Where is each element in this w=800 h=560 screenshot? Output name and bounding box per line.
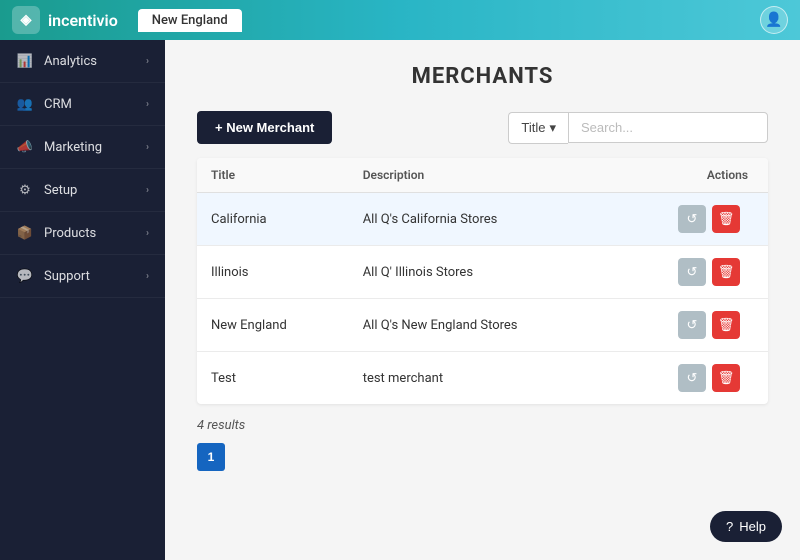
results-count: 4 results bbox=[197, 418, 768, 433]
row-description: All Q's New England Stores bbox=[349, 299, 616, 352]
row-description: test merchant bbox=[349, 352, 616, 405]
page-button-1[interactable]: 1 bbox=[197, 443, 225, 471]
search-filter-label: Title bbox=[521, 120, 545, 135]
logo: ◈ incentivio bbox=[12, 6, 118, 34]
page-title: MERCHANTS bbox=[197, 64, 768, 89]
merchants-table: Title Description Actions CaliforniaAll … bbox=[197, 158, 768, 404]
help-button[interactable]: ? Help bbox=[710, 511, 782, 542]
delete-button[interactable]: 🗑 bbox=[712, 205, 740, 233]
delete-button[interactable]: 🗑 bbox=[712, 364, 740, 392]
chevron-icon: › bbox=[146, 56, 149, 67]
sidebar-item-marketing[interactable]: 📣 Marketing › bbox=[0, 126, 165, 169]
logo-icon: ◈ bbox=[12, 6, 40, 34]
search-input[interactable] bbox=[568, 112, 768, 143]
chevron-icon: › bbox=[146, 142, 149, 153]
sidebar: 📊 Analytics › 👥 CRM › 📣 Marketing › ⚙ Se… bbox=[0, 40, 165, 560]
sidebar-label-support: Support bbox=[44, 269, 146, 284]
search-filter-button[interactable]: Title ▾ bbox=[508, 112, 568, 144]
row-actions: ↺🗑 bbox=[616, 352, 768, 405]
delete-button[interactable]: 🗑 bbox=[712, 311, 740, 339]
products-icon: 📦 bbox=[16, 224, 34, 242]
row-description: All Q' Illinois Stores bbox=[349, 246, 616, 299]
sidebar-item-crm[interactable]: 👥 CRM › bbox=[0, 83, 165, 126]
row-actions: ↺🗑 bbox=[616, 246, 768, 299]
row-title: Test bbox=[197, 352, 349, 405]
sidebar-item-analytics[interactable]: 📊 Analytics › bbox=[0, 40, 165, 83]
edit-button[interactable]: ↺ bbox=[678, 205, 706, 233]
crm-icon: 👥 bbox=[16, 95, 34, 113]
topbar: ◈ incentivio New England 👤 bbox=[0, 0, 800, 40]
edit-button[interactable]: ↺ bbox=[678, 311, 706, 339]
table-row: IllinoisAll Q' Illinois Stores↺🗑 bbox=[197, 246, 768, 299]
sidebar-label-marketing: Marketing bbox=[44, 140, 146, 155]
sidebar-label-analytics: Analytics bbox=[44, 54, 146, 69]
user-avatar[interactable]: 👤 bbox=[760, 6, 788, 34]
row-title: California bbox=[197, 193, 349, 246]
sidebar-label-crm: CRM bbox=[44, 97, 146, 112]
row-actions: ↺🗑 bbox=[616, 193, 768, 246]
edit-button[interactable]: ↺ bbox=[678, 364, 706, 392]
table-row: New EnglandAll Q's New England Stores↺🗑 bbox=[197, 299, 768, 352]
filter-chevron-icon: ▾ bbox=[549, 120, 556, 136]
row-description: All Q's California Stores bbox=[349, 193, 616, 246]
chevron-icon: › bbox=[146, 99, 149, 110]
sidebar-label-products: Products bbox=[44, 226, 146, 241]
table-row: Testtest merchant↺🗑 bbox=[197, 352, 768, 405]
toolbar: + New Merchant Title ▾ bbox=[197, 111, 768, 144]
chevron-icon: › bbox=[146, 271, 149, 282]
chevron-icon: › bbox=[146, 228, 149, 239]
sidebar-label-setup: Setup bbox=[44, 183, 146, 198]
content-area: MERCHANTS + New Merchant Title ▾ Title D… bbox=[165, 40, 800, 560]
col-actions: Actions bbox=[616, 158, 768, 193]
help-icon: ? bbox=[726, 519, 733, 534]
analytics-icon: 📊 bbox=[16, 52, 34, 70]
logo-text: incentivio bbox=[48, 11, 118, 30]
pagination: 1 bbox=[197, 443, 768, 471]
active-tab[interactable]: New England bbox=[138, 9, 242, 32]
row-title: New England bbox=[197, 299, 349, 352]
chevron-icon: › bbox=[146, 185, 149, 196]
search-wrapper: Title ▾ bbox=[508, 112, 768, 144]
sidebar-item-setup[interactable]: ⚙ Setup › bbox=[0, 169, 165, 212]
support-icon: 💬 bbox=[16, 267, 34, 285]
sidebar-item-products[interactable]: 📦 Products › bbox=[0, 212, 165, 255]
row-actions: ↺🗑 bbox=[616, 299, 768, 352]
edit-button[interactable]: ↺ bbox=[678, 258, 706, 286]
delete-button[interactable]: 🗑 bbox=[712, 258, 740, 286]
sidebar-item-support[interactable]: 💬 Support › bbox=[0, 255, 165, 298]
table-row: CaliforniaAll Q's California Stores↺🗑 bbox=[197, 193, 768, 246]
setup-icon: ⚙ bbox=[16, 181, 34, 199]
col-title: Title bbox=[197, 158, 349, 193]
col-description: Description bbox=[349, 158, 616, 193]
table-header-row: Title Description Actions bbox=[197, 158, 768, 193]
row-title: Illinois bbox=[197, 246, 349, 299]
marketing-icon: 📣 bbox=[16, 138, 34, 156]
new-merchant-button[interactable]: + New Merchant bbox=[197, 111, 332, 144]
help-label: Help bbox=[739, 519, 766, 534]
main-layout: 📊 Analytics › 👥 CRM › 📣 Marketing › ⚙ Se… bbox=[0, 40, 800, 560]
